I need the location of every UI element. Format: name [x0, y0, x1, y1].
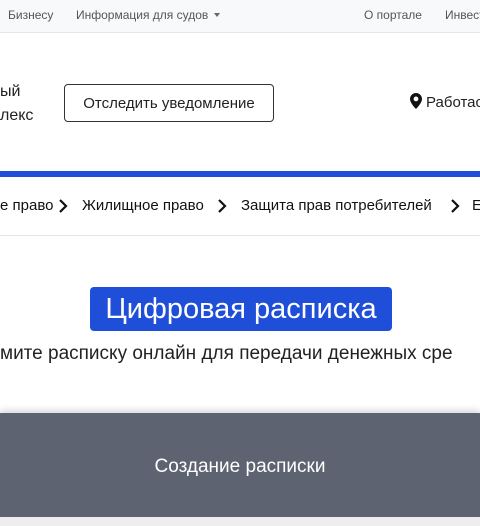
- bottom-strip: [0, 517, 480, 526]
- header-accent-line: [0, 171, 480, 177]
- map-pin-icon: [410, 93, 422, 109]
- track-notification-button[interactable]: Отследить уведомление: [64, 84, 274, 122]
- create-receipt-heading: Создание расписки: [154, 456, 326, 477]
- create-receipt-section: Создание расписки: [0, 413, 480, 517]
- topbar-link-about[interactable]: О портале: [364, 8, 422, 22]
- site-logo-text[interactable]: ый лекс: [0, 80, 33, 128]
- chevron-right-icon: [59, 199, 68, 213]
- topbar-dropdown-courts-label: Информация для судов: [76, 8, 209, 22]
- nav-divider: [0, 235, 480, 236]
- page-title: Цифровая расписка: [90, 287, 392, 331]
- chevron-right-icon: [218, 199, 227, 213]
- topbar-link-business[interactable]: Бизнесу: [8, 8, 53, 22]
- category-link[interactable]: Жилищное право: [82, 197, 204, 214]
- page-subtitle: мите расписку онлайн для передачи денежн…: [0, 343, 453, 364]
- category-nav: е право Жилищное право Защита прав потре…: [0, 186, 480, 226]
- status-text: Работас: [426, 94, 480, 111]
- caret-down-icon: [214, 13, 221, 17]
- category-link[interactable]: Е: [472, 197, 480, 214]
- topbar-dropdown-courts[interactable]: Информация для судов: [76, 8, 221, 22]
- topbar-link-investors[interactable]: Инвест: [445, 8, 480, 22]
- brand-line-1: ый: [0, 83, 21, 100]
- category-link[interactable]: Защита прав потребителей: [241, 197, 432, 214]
- category-link[interactable]: е право: [0, 197, 53, 214]
- top-utility-bar: Бизнесу Информация для судов О портале И…: [0, 0, 480, 33]
- site-header: ый лекс Отследить уведомление Работас: [0, 34, 480, 171]
- brand-line-2: лекс: [0, 107, 34, 124]
- chevron-right-icon: [451, 199, 460, 213]
- working-hours-status: Работас: [410, 93, 480, 111]
